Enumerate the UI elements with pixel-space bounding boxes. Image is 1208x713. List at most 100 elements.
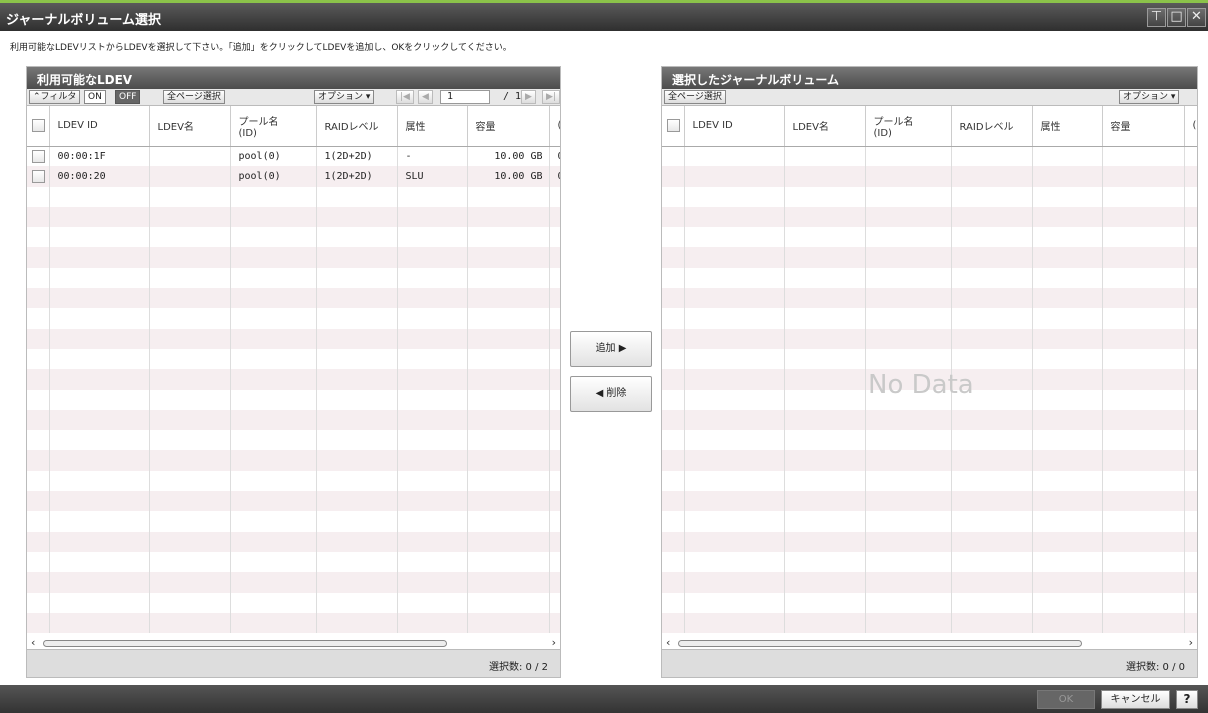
column-header[interactable]: プール名 (ID): [865, 106, 952, 147]
table-cell: [549, 247, 560, 268]
select-all-pages-button[interactable]: 全ページ選択: [664, 90, 726, 104]
table-row[interactable]: [662, 430, 1197, 451]
row-checkbox[interactable]: [32, 149, 45, 163]
table-row[interactable]: [662, 166, 1197, 187]
column-header[interactable]: LDEV ID: [684, 106, 785, 147]
table-row[interactable]: [27, 491, 560, 512]
prev-page-icon[interactable]: ◀: [418, 90, 433, 104]
column-header[interactable]: RAIDレベル: [316, 106, 398, 147]
table-row[interactable]: [27, 450, 560, 471]
next-page-icon[interactable]: ▶: [521, 90, 536, 104]
table-row[interactable]: [662, 308, 1197, 329]
column-header[interactable]: 容量: [467, 106, 550, 147]
table-row[interactable]: [27, 206, 560, 228]
column-header[interactable]: LDEV名: [149, 106, 231, 147]
table-row[interactable]: [27, 531, 560, 552]
table-row[interactable]: [662, 227, 1197, 248]
table-row[interactable]: [27, 348, 560, 370]
table-row[interactable]: [662, 348, 1197, 370]
table-cell: [149, 288, 231, 309]
table-row[interactable]: [662, 206, 1197, 228]
filter-button[interactable]: ⌃フィルタ: [29, 90, 81, 104]
select-all-checkbox[interactable]: [667, 119, 680, 133]
table-row[interactable]: [662, 572, 1197, 593]
table-row[interactable]: [662, 409, 1197, 431]
table-row[interactable]: [27, 389, 560, 410]
table-row[interactable]: [662, 288, 1197, 309]
table-row[interactable]: [27, 409, 560, 431]
pin-icon[interactable]: ⊤: [1147, 8, 1166, 27]
table-cell: [230, 450, 317, 471]
table-row[interactable]: [27, 328, 560, 349]
table-row[interactable]: 00:00:20 pool(0)1(2D+2D)SLU10.00 GB0: [27, 166, 560, 187]
options-button[interactable]: オプション ▾: [1119, 90, 1180, 104]
table-cell: [1032, 491, 1103, 512]
column-header[interactable]: LDEV ID: [49, 106, 150, 147]
table-row[interactable]: [662, 450, 1197, 471]
table-row[interactable]: [662, 470, 1197, 492]
table-row[interactable]: [662, 592, 1197, 613]
table-row[interactable]: [662, 247, 1197, 268]
table-row[interactable]: [27, 247, 560, 268]
table-row[interactable]: [662, 511, 1197, 532]
column-header[interactable]: 属性: [397, 106, 468, 147]
first-page-icon[interactable]: |◀: [396, 90, 414, 104]
table-cell: [1032, 612, 1103, 634]
table-row[interactable]: [662, 267, 1197, 289]
table-row[interactable]: [662, 146, 1197, 167]
remove-button[interactable]: ◀ 削除: [570, 376, 652, 412]
scroll-left-icon[interactable]: ‹: [31, 636, 35, 649]
table-row[interactable]: [27, 612, 560, 634]
table-row[interactable]: [27, 551, 560, 573]
add-button[interactable]: 追加 ▶: [570, 331, 652, 367]
help-button[interactable]: ?: [1176, 690, 1198, 709]
table-row[interactable]: [27, 572, 560, 593]
cancel-button[interactable]: キャンセル: [1101, 690, 1170, 709]
table-row[interactable]: [27, 267, 560, 289]
page-number-input[interactable]: 1: [440, 90, 490, 104]
column-header[interactable]: (: [549, 106, 560, 147]
table-row[interactable]: [27, 227, 560, 248]
table-row[interactable]: [662, 531, 1197, 552]
table-row[interactable]: [27, 288, 560, 309]
filter-off-button[interactable]: OFF: [115, 90, 141, 104]
scroll-left-icon[interactable]: ‹: [666, 636, 670, 649]
table-row[interactable]: [662, 186, 1197, 207]
table-cell: 00:00:20: [49, 166, 150, 187]
scroll-thumb[interactable]: [43, 640, 447, 647]
column-header[interactable]: LDEV名: [784, 106, 866, 147]
column-header[interactable]: 容量: [1102, 106, 1185, 147]
column-header[interactable]: 属性: [1032, 106, 1103, 147]
select-all-pages-button[interactable]: 全ページ選択: [163, 90, 225, 104]
table-cell: [49, 186, 150, 207]
column-header[interactable]: RAIDレベル: [951, 106, 1033, 147]
table-row[interactable]: [662, 491, 1197, 512]
table-row[interactable]: [662, 551, 1197, 573]
table-row[interactable]: [662, 328, 1197, 349]
options-button[interactable]: オプション ▾: [314, 90, 375, 104]
table-row[interactable]: [27, 470, 560, 492]
scroll-thumb[interactable]: [678, 640, 1082, 647]
maximize-icon[interactable]: □: [1167, 8, 1186, 27]
last-page-icon[interactable]: ▶|: [542, 90, 560, 104]
table-row[interactable]: [27, 308, 560, 329]
row-checkbox[interactable]: [32, 169, 45, 183]
table-cell: [549, 186, 560, 207]
column-header[interactable]: (: [1184, 106, 1197, 147]
table-cell: [230, 592, 317, 613]
table-row[interactable]: [27, 511, 560, 532]
scroll-right-icon[interactable]: ›: [552, 636, 556, 649]
select-all-checkbox[interactable]: [32, 119, 45, 133]
table-row[interactable]: [27, 430, 560, 451]
table-row[interactable]: [27, 592, 560, 613]
table-row[interactable]: 00:00:1F pool(0)1(2D+2D)-10.00 GB0: [27, 146, 560, 167]
column-header[interactable]: プール名 (ID): [230, 106, 317, 147]
ok-button[interactable]: OK: [1037, 690, 1095, 709]
scroll-right-icon[interactable]: ›: [1189, 636, 1193, 649]
table-row[interactable]: [662, 612, 1197, 634]
close-icon[interactable]: ✕: [1187, 8, 1206, 27]
table-row[interactable]: [27, 186, 560, 207]
filter-on-button[interactable]: ON: [84, 90, 106, 104]
table-row[interactable]: [27, 369, 560, 390]
table-cell: [467, 288, 550, 309]
